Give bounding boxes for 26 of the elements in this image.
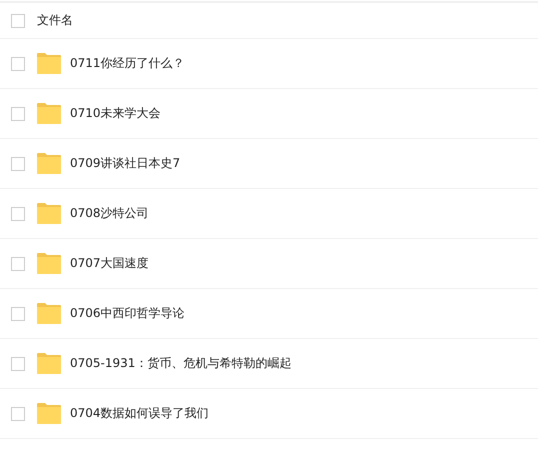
file-name[interactable]: 0708沙特公司: [70, 205, 149, 222]
folder-icon: [37, 403, 61, 424]
folder-icon: [37, 153, 61, 174]
file-name[interactable]: 0706中西印哲学导论: [70, 305, 185, 322]
folder-icon: [37, 353, 61, 374]
file-name[interactable]: 0704数据如何误导了我们: [70, 405, 209, 422]
checkbox[interactable]: [11, 406, 25, 420]
column-header[interactable]: 文件名: [37, 12, 73, 29]
file-name[interactable]: 0711你经历了什么？: [70, 55, 185, 72]
folder-icon: [37, 103, 61, 124]
folder-icon: [37, 203, 61, 224]
file-name[interactable]: 0707大国速度: [70, 255, 149, 272]
folder-icon: [37, 303, 61, 324]
checkbox[interactable]: [11, 206, 25, 220]
checkbox[interactable]: [11, 106, 25, 120]
checkbox[interactable]: [11, 156, 25, 170]
file-name[interactable]: 0705-1931：货币、危机与希特勒的崛起: [70, 355, 292, 372]
checkbox[interactable]: [11, 306, 25, 320]
file-name[interactable]: 0710未来学大会: [70, 105, 161, 122]
checkbox[interactable]: [11, 56, 25, 70]
checkbox[interactable]: [11, 256, 25, 270]
file-name[interactable]: 0709讲谈社日本史7: [70, 155, 180, 172]
checkbox[interactable]: [11, 14, 25, 28]
folder-icon: [37, 253, 61, 274]
folder-icon: [37, 53, 61, 74]
checkbox[interactable]: [11, 356, 25, 370]
